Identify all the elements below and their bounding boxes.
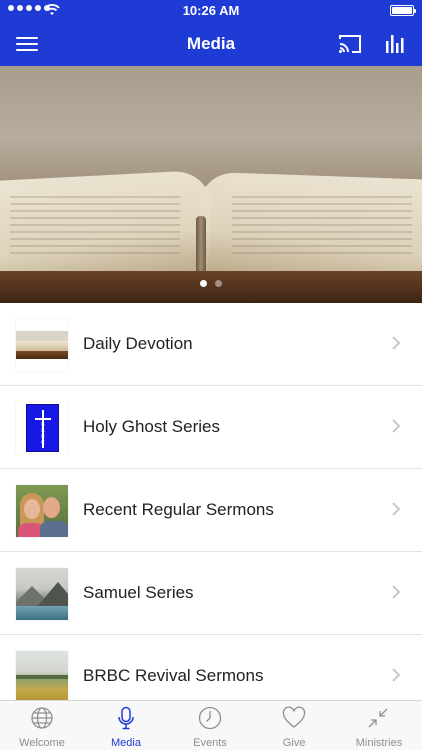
tab-ministries[interactable]: Ministries: [336, 701, 422, 750]
tab-bar: Welcome Media Events Give Ministries: [0, 700, 422, 750]
tab-label: Media: [111, 737, 141, 749]
media-list: Daily Devotion B R B C Holy Ghost Series…: [0, 303, 422, 700]
list-item-recent-regular-sermons[interactable]: Recent Regular Sermons: [0, 469, 422, 552]
tab-label: Ministries: [355, 737, 403, 749]
heart-icon: [282, 706, 306, 728]
cast-icon[interactable]: [338, 33, 362, 55]
page-dot-1[interactable]: [200, 280, 207, 287]
list-item-daily-devotion[interactable]: Daily Devotion: [0, 303, 422, 386]
bar-chart-icon[interactable]: [384, 31, 408, 55]
page-dot-2[interactable]: [215, 280, 222, 287]
list-item-samuel-series[interactable]: Samuel Series: [0, 552, 422, 635]
chevron-right-icon: [392, 419, 400, 433]
list-item-label: Daily Devotion: [83, 334, 193, 353]
list-item-label: Samuel Series: [83, 583, 194, 602]
list-item-holy-ghost-series[interactable]: B R B C Holy Ghost Series: [0, 386, 422, 469]
tab-media[interactable]: Media: [84, 701, 168, 750]
open-book-thumbnail: [16, 319, 68, 371]
nav-bar: Media: [0, 22, 422, 66]
tab-give[interactable]: Give: [252, 701, 336, 750]
chevron-right-icon: [392, 585, 400, 599]
chevron-right-icon: [392, 336, 400, 350]
clock-icon: [198, 706, 222, 730]
couple-photo-thumbnail: [16, 485, 68, 537]
wheat-field-thumbnail: [16, 651, 68, 700]
tab-label: Welcome: [19, 737, 65, 749]
battery-icon: [390, 5, 416, 16]
status-bar: 10:26 AM: [0, 0, 422, 22]
tab-welcome[interactable]: Welcome: [0, 701, 84, 750]
blue-cross-logo-thumbnail: B R B C: [16, 402, 68, 454]
page-indicator: [0, 280, 422, 287]
app-screen: 10:26 AM Media Daily Devotion B R B C Ho…: [0, 0, 422, 750]
list-item-label: Recent Regular Sermons: [83, 500, 274, 519]
tab-label: Events: [193, 737, 227, 749]
hero-banner[interactable]: [0, 66, 422, 303]
logo-text: B R B C: [41, 422, 45, 446]
chevron-right-icon: [392, 668, 400, 682]
tab-label: Give: [282, 737, 306, 749]
list-item-brbc-revival-sermons[interactable]: BRBC Revival Sermons: [0, 635, 422, 700]
list-item-label: BRBC Revival Sermons: [83, 666, 264, 685]
globe-icon: [31, 707, 53, 729]
mountain-lake-thumbnail: [16, 568, 68, 620]
top-bar: 10:26 AM Media: [0, 0, 422, 66]
status-time: 10:26 AM: [182, 3, 240, 18]
list-item-label: Holy Ghost Series: [83, 417, 220, 436]
tab-events[interactable]: Events: [168, 701, 252, 750]
microphone-icon: [118, 706, 134, 730]
compress-arrows-icon: [368, 708, 388, 728]
chevron-right-icon: [392, 502, 400, 516]
